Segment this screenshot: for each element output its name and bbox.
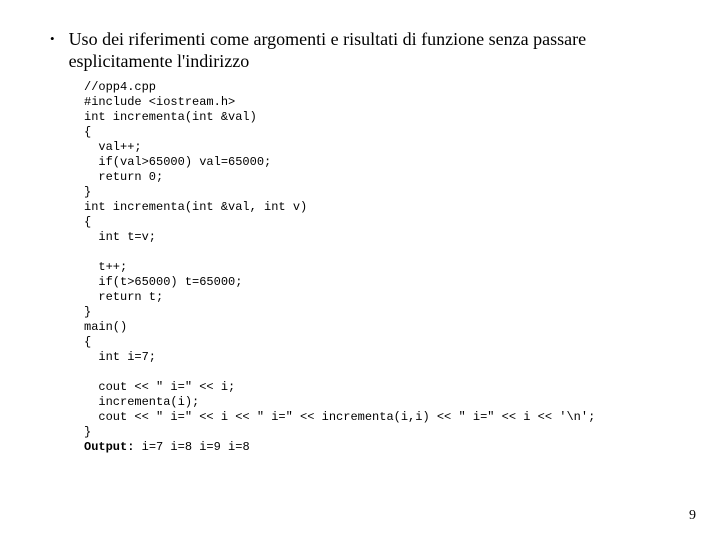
bullet-item: • Uso dei riferimenti come argomenti e r… <box>50 28 680 72</box>
bullet-text: Uso dei riferimenti come argomenti e ris… <box>69 28 680 72</box>
bullet-marker: • <box>50 28 55 50</box>
code-block: //opp4.cpp #include <iostream.h> int inc… <box>84 80 680 440</box>
page-number: 9 <box>689 508 696 524</box>
output-label: Output: <box>84 440 134 454</box>
output-line: Output: i=7 i=8 i=9 i=8 <box>84 440 680 454</box>
output-text: i=7 i=8 i=9 i=8 <box>134 440 249 454</box>
